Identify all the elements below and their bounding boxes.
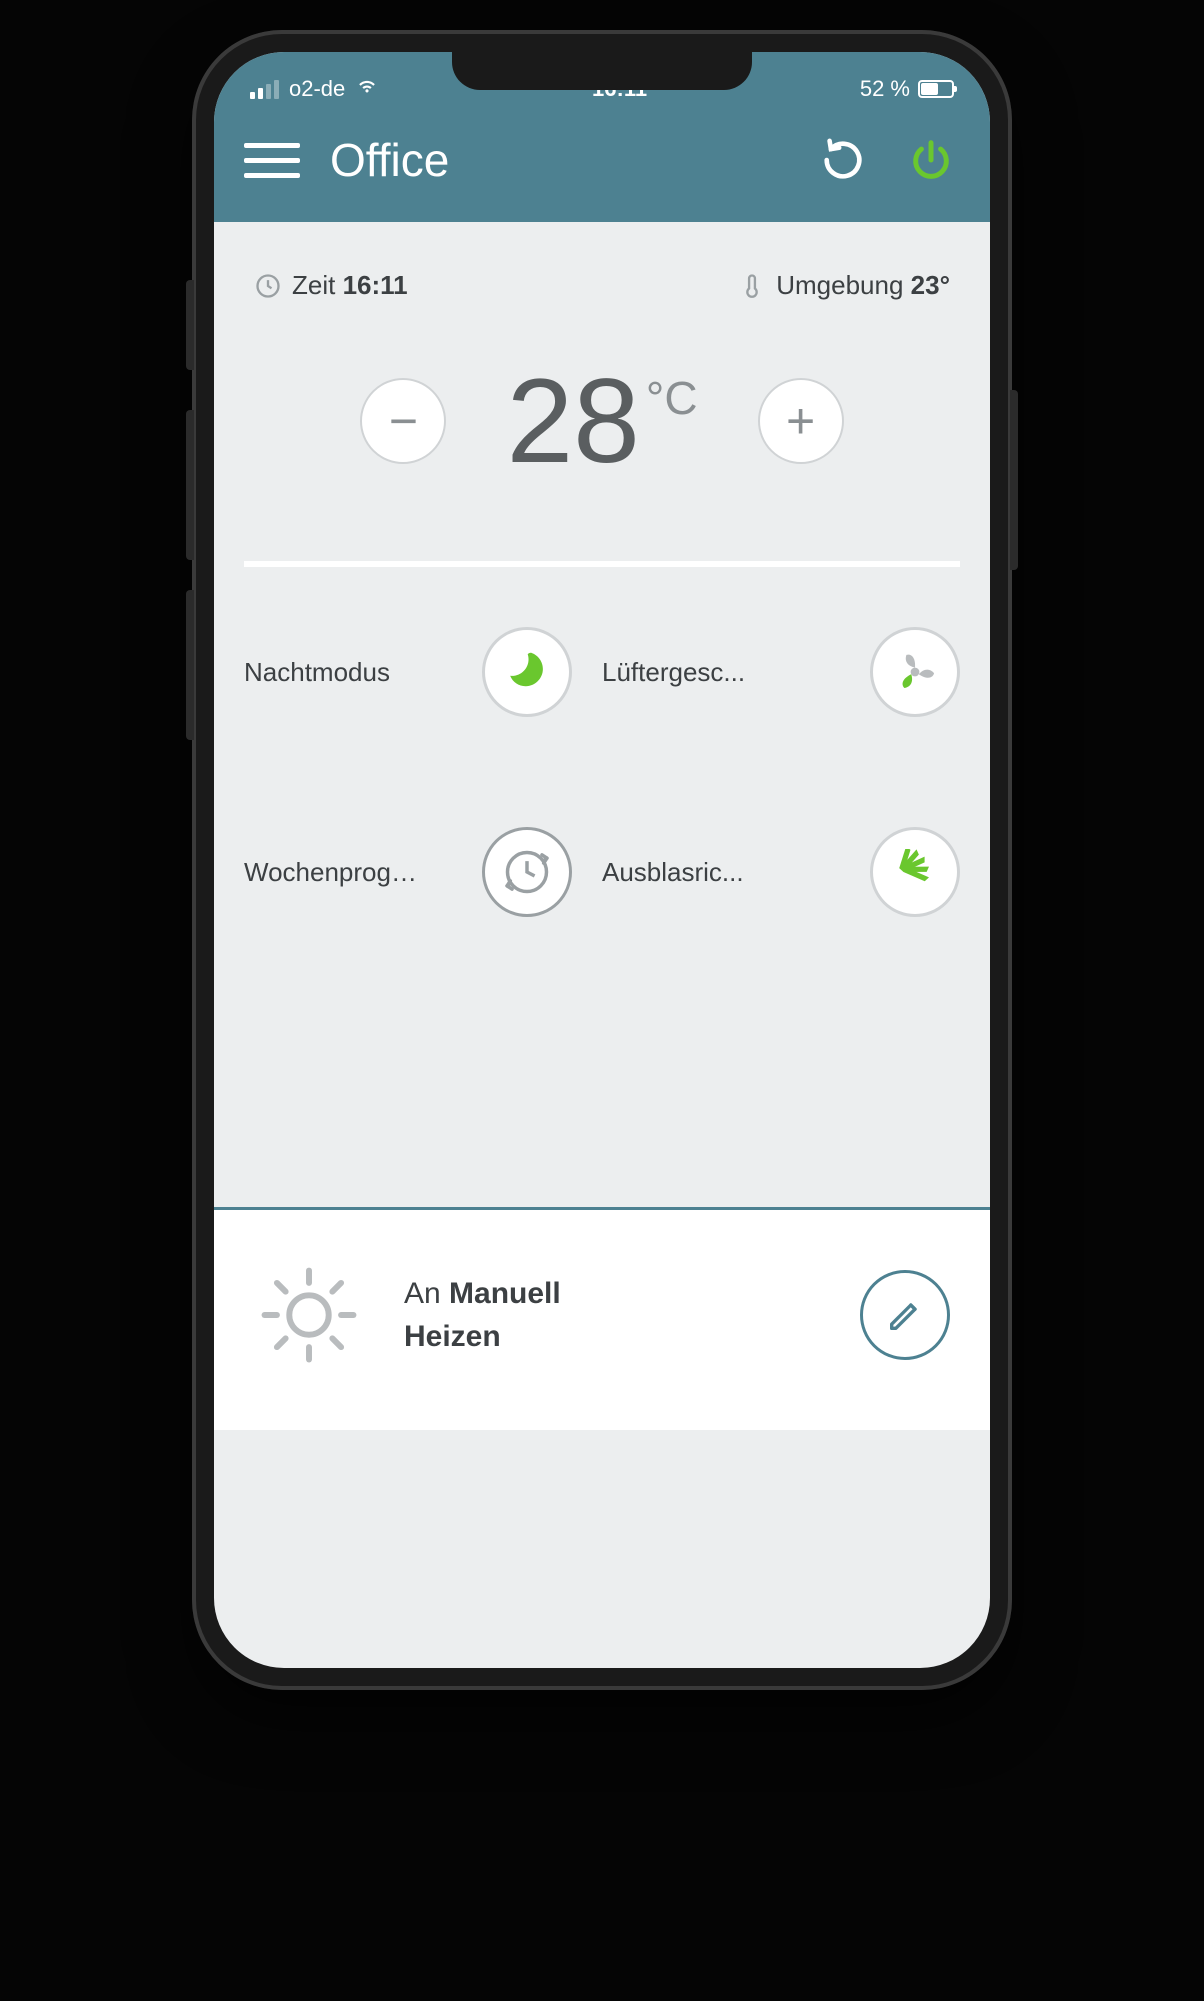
- temperature-unit: °C: [646, 375, 698, 421]
- battery-pct: 52 %: [860, 76, 910, 102]
- sun-icon: [254, 1260, 364, 1370]
- time-info: Zeit 16:11: [254, 270, 408, 301]
- status-prefix: An: [404, 1277, 441, 1310]
- week-program-label: Wochenprogra...: [244, 857, 424, 888]
- increase-button[interactable]: +: [758, 378, 844, 464]
- moon-icon: [505, 650, 549, 694]
- battery-icon: [918, 80, 954, 98]
- pencil-icon: [885, 1295, 925, 1335]
- time-label: Zeit: [292, 270, 335, 300]
- temperature-display: 28 °C: [506, 361, 697, 481]
- ambient-label: Umgebung: [776, 270, 903, 300]
- temperature-value: 28: [506, 361, 639, 481]
- time-value: 16:11: [343, 270, 408, 300]
- mode-status: An Manuell Heizen: [404, 1272, 820, 1359]
- footer: An Manuell Heizen: [214, 1210, 990, 1430]
- fan-icon: [890, 647, 940, 697]
- status-mode: Manuell: [449, 1277, 561, 1310]
- power-button[interactable]: [902, 131, 960, 189]
- week-program-button[interactable]: [482, 827, 572, 917]
- info-row: Zeit 16:11 Umgebung 23°: [214, 222, 990, 331]
- carrier-label: o2-de: [289, 76, 345, 102]
- status-action: Heizen: [404, 1320, 501, 1353]
- app-header: Office: [214, 112, 990, 222]
- ambient-info: Umgebung 23°: [738, 270, 950, 301]
- fan-speed-button[interactable]: [870, 627, 960, 717]
- temperature-control: − 28 °C +: [214, 331, 990, 561]
- schedule-icon: [501, 846, 553, 898]
- signal-icon: [250, 80, 279, 99]
- mode-grid: Nachtmodus Lüftergesc...: [214, 627, 990, 977]
- night-mode-button[interactable]: [482, 627, 572, 717]
- louver-label: Ausblasric...: [602, 857, 744, 888]
- wifi-icon: [355, 74, 379, 104]
- night-mode-label: Nachtmodus: [244, 657, 390, 688]
- louver-icon: [892, 849, 938, 895]
- ambient-value: 23°: [911, 270, 950, 300]
- decrease-button[interactable]: −: [360, 378, 446, 464]
- page-title: Office: [330, 133, 784, 187]
- menu-button[interactable]: [244, 132, 300, 188]
- refresh-button[interactable]: [814, 131, 872, 189]
- fan-speed-label: Lüftergesc...: [602, 657, 745, 688]
- phone-frame: o2-de 16:11 52 % Office: [192, 30, 1012, 1690]
- edit-button[interactable]: [860, 1270, 950, 1360]
- divider: [244, 561, 960, 567]
- screen: o2-de 16:11 52 % Office: [214, 52, 990, 1668]
- louver-button[interactable]: [870, 827, 960, 917]
